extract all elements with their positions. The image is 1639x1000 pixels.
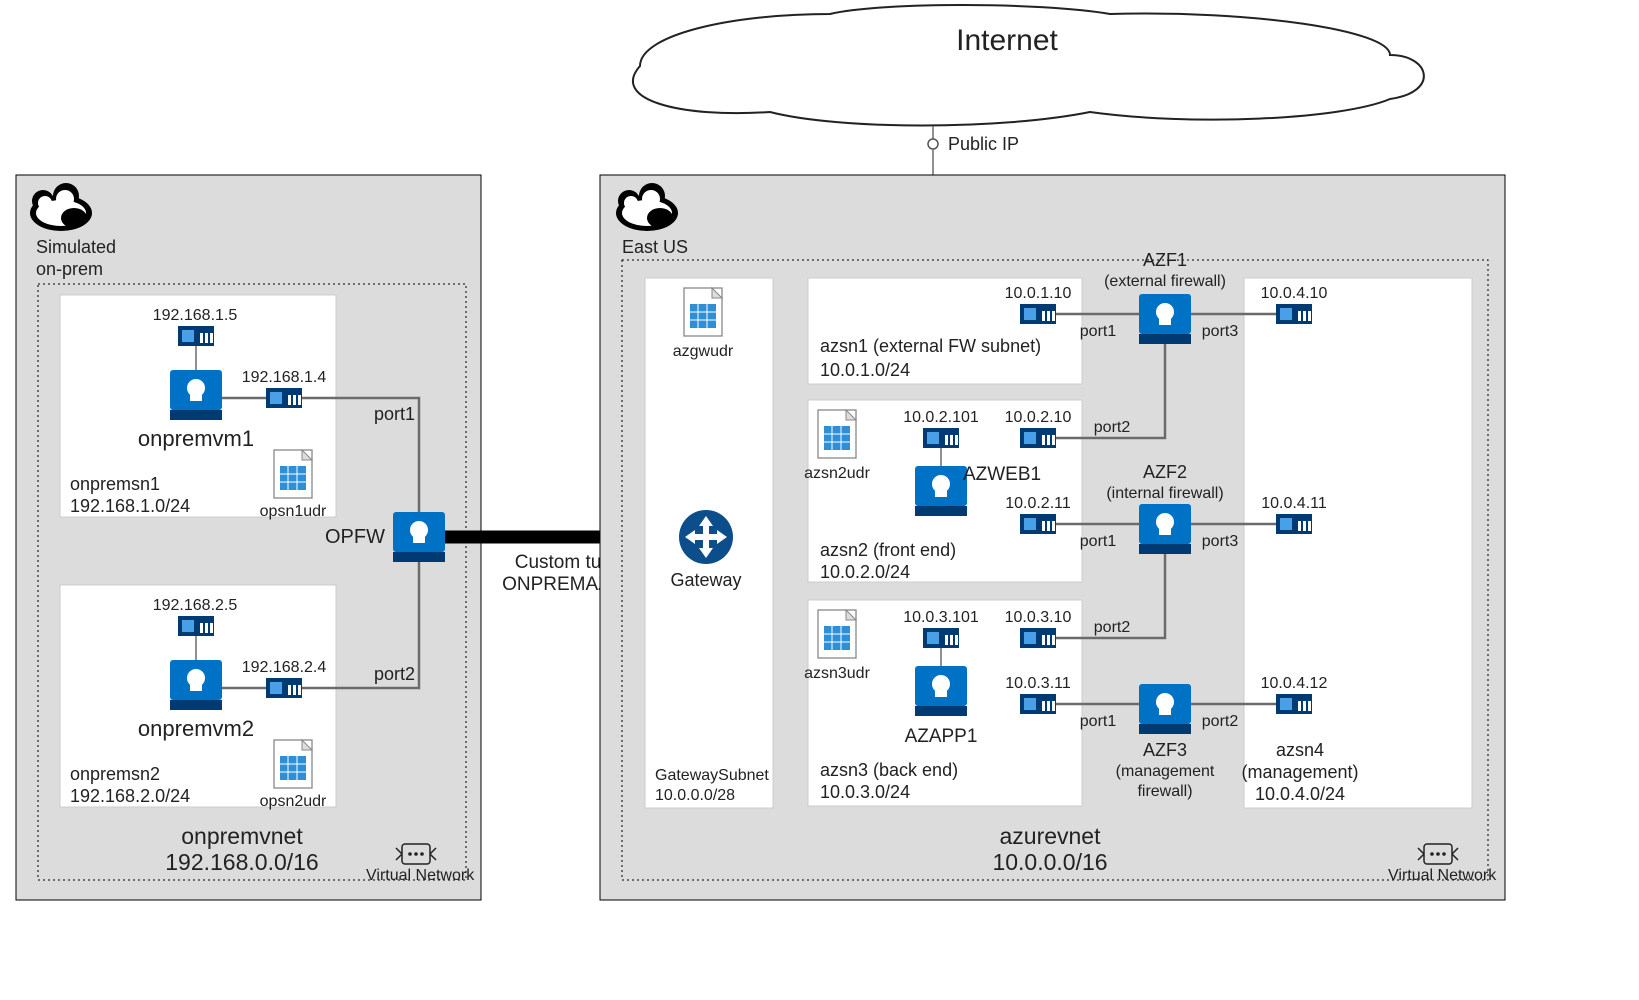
nic-icon <box>266 678 302 698</box>
nic-icon <box>1020 514 1056 534</box>
azf3-sub2: firewall) <box>1137 783 1192 800</box>
left-region-label1: Simulated <box>36 237 116 257</box>
onpremvnet-name: onpremvnet <box>181 823 303 849</box>
left-region-label2: on-prem <box>36 259 103 279</box>
nic-icon <box>1020 428 1056 448</box>
azf2-port3: port3 <box>1202 533 1239 550</box>
onpremsn1-cidr: 192.168.1.0/24 <box>70 496 190 516</box>
onpremvm2-label: onpremvm2 <box>138 716 254 741</box>
vm-icon <box>1139 294 1191 344</box>
sn1-nicA-ip: 192.168.1.5 <box>153 307 238 324</box>
nic-icon <box>178 326 214 346</box>
azsn4-sub: (management) <box>1241 762 1358 782</box>
nic-icon <box>923 428 959 448</box>
sn2-nicA-ip: 192.168.2.5 <box>153 597 238 614</box>
nic-icon <box>1276 304 1312 324</box>
public-ip-dot <box>928 139 938 149</box>
azsn3-nicA: 10.0.3.101 <box>903 609 979 626</box>
nic-icon <box>1276 694 1312 714</box>
azf2-port1: port1 <box>1080 533 1117 550</box>
route-table-icon <box>818 610 856 658</box>
onpremvnet-cidr: 192.168.0.0/16 <box>165 849 318 875</box>
nic-icon <box>923 628 959 648</box>
azsn3-title: azsn3 (back end) <box>820 760 958 780</box>
onpremsn2-name: onpremsn2 <box>70 764 160 784</box>
nic-icon <box>178 616 214 636</box>
route-table-icon <box>684 288 722 336</box>
azf3-port1: port1 <box>1080 713 1117 730</box>
azf1-port3: port3 <box>1202 323 1239 340</box>
opfw-port1: port1 <box>374 404 415 424</box>
sn2-nicB-ip: 192.168.2.4 <box>242 659 327 676</box>
right-region-label: East US <box>622 237 688 257</box>
azsn4-box <box>1244 278 1472 808</box>
azsn2-nicB: 10.0.2.10 <box>1005 409 1072 426</box>
azsn2-title: azsn2 (front end) <box>820 540 956 560</box>
azsn3-cidr: 10.0.3.0/24 <box>820 782 910 802</box>
azf3-sub1: (management <box>1116 763 1215 780</box>
gwsub-name: GatewaySubnet <box>655 767 769 784</box>
azsn1-cidr: 10.0.1.0/24 <box>820 360 910 380</box>
azsn1-nic-ip: 10.0.1.10 <box>1005 285 1072 302</box>
vm-icon <box>915 666 967 716</box>
azf1-port1: port1 <box>1080 323 1117 340</box>
azsn2-nicC: 10.0.2.11 <box>1005 495 1071 512</box>
vnet-badge1: Virtual Network <box>366 867 475 884</box>
azf2-port2: port2 <box>1094 619 1131 636</box>
sn1-nicB-ip: 192.168.1.4 <box>242 369 327 386</box>
azsn2udr-label: azsn2udr <box>804 465 870 482</box>
vnet-badge2: Virtual Network <box>1388 867 1497 884</box>
nic-icon <box>1276 514 1312 534</box>
vm-icon <box>393 512 445 562</box>
route-table-icon <box>274 450 312 498</box>
vm-icon <box>915 466 967 516</box>
diagram-canvas: Internet Public IP Simulated on-prem onp… <box>0 0 1639 1000</box>
route-table-icon <box>274 740 312 788</box>
onpremsn1-name: onpremsn1 <box>70 474 160 494</box>
nic-icon <box>1020 628 1056 648</box>
nic-icon <box>266 388 302 408</box>
opsn2udr-label: opsn2udr <box>260 793 327 810</box>
nic-icon <box>1020 304 1056 324</box>
vm-icon <box>1139 684 1191 734</box>
azsn4-title: azsn4 <box>1276 740 1324 760</box>
azf3-port2r: port2 <box>1202 713 1239 730</box>
opfw-label: OPFW <box>325 526 385 548</box>
azgwudr-label: azgwudr <box>673 343 734 360</box>
azurevnet-cidr: 10.0.0.0/16 <box>992 849 1107 875</box>
route-table-icon <box>818 410 856 458</box>
azsn4-nic2: 10.0.4.11 <box>1261 495 1327 512</box>
azsn4-cidr: 10.0.4.0/24 <box>1255 784 1345 804</box>
opsn1udr-label: opsn1udr <box>260 503 327 520</box>
vm-icon <box>170 660 222 710</box>
azf1-name: AZF1 <box>1143 250 1187 270</box>
azf1-sub: (external firewall) <box>1104 273 1226 290</box>
azapp1-label: AZAPP1 <box>905 726 978 747</box>
gwsub-cidr: 10.0.0.0/28 <box>655 787 735 804</box>
azsn1-title: azsn1 (external FW subnet) <box>820 336 1041 356</box>
azf2-sub: (internal firewall) <box>1106 485 1223 502</box>
gateway-icon <box>679 510 733 564</box>
nic-icon <box>1020 694 1056 714</box>
internet-label: Internet <box>956 24 1058 57</box>
azsn3-nicB: 10.0.3.10 <box>1005 609 1072 626</box>
azsn4-nic1: 10.0.4.10 <box>1261 285 1328 302</box>
azsn4-nic3: 10.0.4.12 <box>1261 675 1328 692</box>
azf2-name: AZF2 <box>1143 462 1187 482</box>
onpremvm1-label: onpremvm1 <box>138 426 254 451</box>
vm-icon <box>1139 504 1191 554</box>
onpremsn2-cidr: 192.168.2.0/24 <box>70 786 190 806</box>
azurevnet-name: azurevnet <box>999 823 1101 849</box>
azf3-name: AZF3 <box>1143 740 1187 760</box>
azsn2-nicA: 10.0.2.101 <box>903 409 979 426</box>
azf1-port2: port2 <box>1094 419 1131 436</box>
gateway-label: Gateway <box>670 570 741 590</box>
azweb1-label: AZWEB1 <box>963 464 1041 485</box>
public-ip-label: Public IP <box>948 134 1019 154</box>
azsn2-cidr: 10.0.2.0/24 <box>820 562 910 582</box>
azsn3udr-label: azsn3udr <box>804 665 870 682</box>
azsn3-nicC: 10.0.3.11 <box>1005 675 1071 692</box>
vm-icon <box>170 370 222 420</box>
opfw-port2: port2 <box>374 664 415 684</box>
